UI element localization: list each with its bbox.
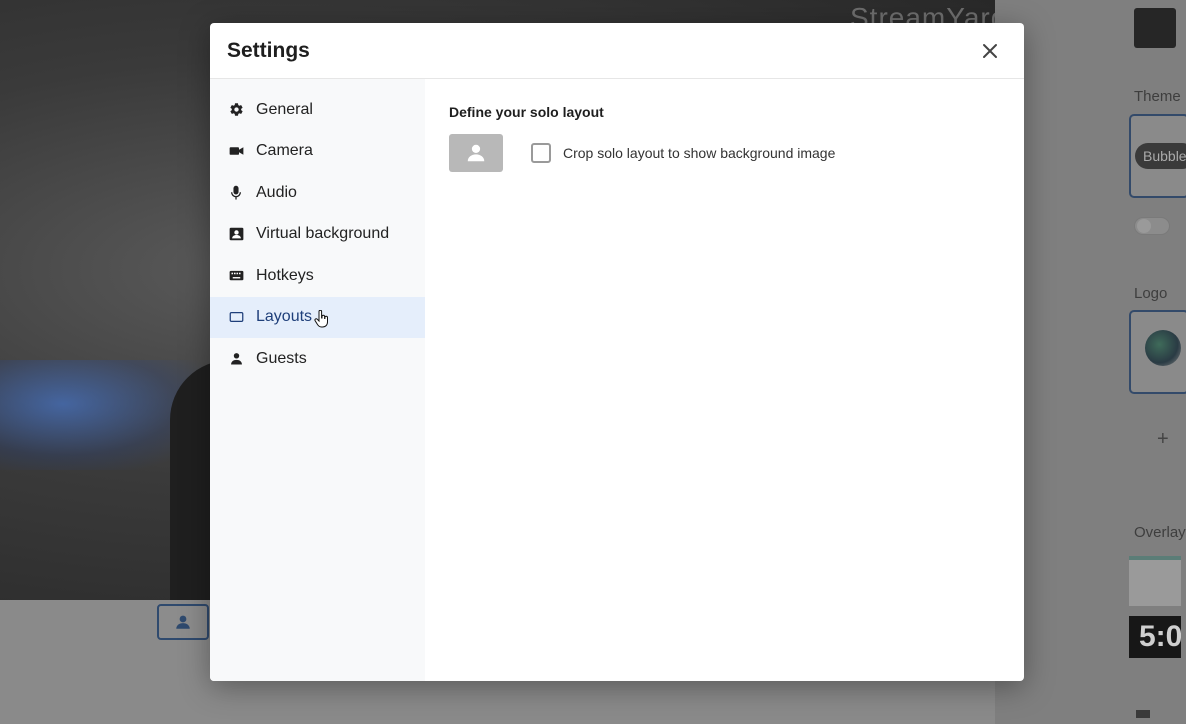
theme-pill: Bubble bbox=[1135, 143, 1186, 169]
nav-item-label: Guests bbox=[256, 349, 307, 367]
nav-item-camera[interactable]: Camera bbox=[210, 131, 425, 173]
keyboard-icon bbox=[228, 268, 244, 284]
nav-item-guests[interactable]: Guests bbox=[210, 338, 425, 380]
nav-item-general[interactable]: General bbox=[210, 89, 425, 131]
close-button[interactable] bbox=[978, 39, 1002, 63]
theme-label: Theme bbox=[1134, 88, 1181, 105]
participant-button[interactable] bbox=[157, 604, 209, 640]
screen: StreamYard Theme Bubble Logo + Overlay 5… bbox=[0, 0, 1186, 724]
nav-item-label: Audio bbox=[256, 183, 297, 201]
nav-item-label: General bbox=[256, 100, 313, 118]
video-camera-icon bbox=[228, 143, 244, 159]
nav-item-audio[interactable]: Audio bbox=[210, 172, 425, 214]
logo-label: Logo bbox=[1134, 285, 1168, 302]
person-icon bbox=[467, 144, 485, 162]
portrait-icon bbox=[228, 226, 244, 242]
person-icon bbox=[228, 351, 244, 367]
keyboard-icon bbox=[1136, 710, 1150, 718]
toggle-switch[interactable] bbox=[1134, 217, 1170, 235]
modal-header: Settings bbox=[210, 23, 1024, 79]
close-icon bbox=[983, 44, 997, 58]
crop-solo-layout-label: Crop solo layout to show background imag… bbox=[563, 145, 836, 161]
solo-layout-thumbnail[interactable] bbox=[449, 134, 503, 172]
modal-body: General Camera Audio Virtual background … bbox=[210, 79, 1024, 681]
person-icon bbox=[176, 615, 190, 629]
settings-modal: Settings General Camera Audio Virtual ba… bbox=[210, 23, 1024, 681]
gear-icon bbox=[228, 102, 244, 118]
add-logo-icon[interactable]: + bbox=[1157, 428, 1169, 451]
crop-solo-layout-checkbox[interactable] bbox=[531, 143, 551, 163]
timer-overlay[interactable]: 5:00 bbox=[1129, 616, 1181, 658]
logo-image bbox=[1145, 330, 1181, 366]
nav-item-hotkeys[interactable]: Hotkeys bbox=[210, 255, 425, 297]
overlay-label: Overlay bbox=[1134, 524, 1186, 541]
solo-layout-row: Crop solo layout to show background imag… bbox=[449, 134, 1024, 172]
nav-item-label: Virtual background bbox=[256, 225, 390, 243]
color-swatch[interactable] bbox=[1134, 8, 1176, 48]
settings-sidebar: General Camera Audio Virtual background … bbox=[210, 79, 425, 681]
nav-item-label: Layouts bbox=[256, 308, 313, 326]
modal-title: Settings bbox=[227, 39, 310, 62]
section-title: Define your solo layout bbox=[449, 104, 604, 120]
nav-item-virtual-background[interactable]: Virtual background bbox=[210, 214, 425, 256]
nav-item-label: Camera bbox=[256, 142, 313, 160]
hand-cursor-icon bbox=[314, 309, 330, 333]
nav-item-layouts[interactable]: Layouts bbox=[210, 296, 425, 338]
overlay-thumbnail[interactable] bbox=[1129, 556, 1181, 606]
microphone-icon bbox=[228, 185, 244, 201]
layouts-panel: Define your solo layout Crop solo layout… bbox=[425, 79, 1024, 681]
rectangle-icon bbox=[228, 309, 244, 325]
nav-item-label: Hotkeys bbox=[256, 266, 314, 284]
